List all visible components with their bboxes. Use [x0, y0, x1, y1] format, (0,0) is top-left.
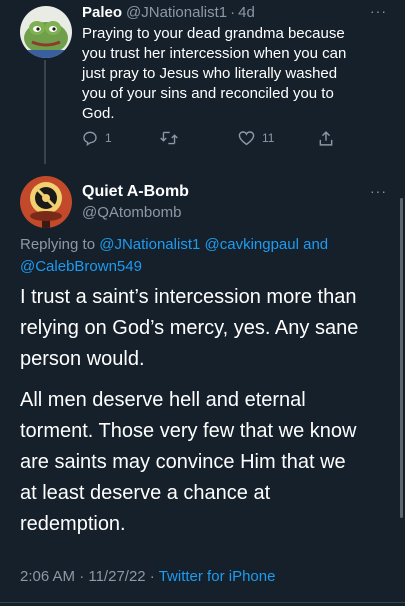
separator-dot: · — [230, 4, 236, 21]
retweet-button[interactable] — [160, 130, 185, 146]
main-avatar[interactable] — [20, 176, 72, 228]
text-line: at least deserve a chance at — [20, 482, 271, 504]
mention-link[interactable]: @JNationalist1 — [99, 236, 200, 253]
text-line: just pray to Jesus who literally washed — [82, 65, 338, 82]
text-line: torment. Those very few that we know — [20, 420, 357, 442]
reply-icon — [83, 131, 97, 146]
main-display-name[interactable]: Quiet A-Bomb — [82, 183, 189, 201]
text-line: you trust her intercession when you can — [82, 45, 347, 62]
heart-icon — [238, 131, 255, 146]
like-button[interactable]: 11 — [238, 130, 274, 146]
text-line: person would. — [20, 348, 145, 370]
text-line: redemption. — [20, 513, 126, 535]
text-line: you of your sins and reconciled you to — [82, 85, 334, 102]
parent-tweet[interactable]: Paleo @JNationalist1 · 4d ··· Praying to… — [0, 0, 405, 164]
tweet-timestamp[interactable]: 2:06 AM · 11/27/22 · — [20, 568, 155, 585]
text-line: relying on God’s mercy, yes. Any sane — [20, 317, 359, 339]
main-tweet-paragraph-2: All men deserve hell and eternal torment… — [20, 385, 390, 540]
share-icon — [319, 131, 333, 146]
divider — [0, 602, 405, 603]
parent-tweet-text: Praying to your dead grandma because you… — [82, 24, 392, 124]
text-line: God. — [82, 105, 115, 122]
parent-name-row: Paleo @JNationalist1 · 4d — [82, 4, 255, 21]
frog-avatar-icon — [20, 6, 72, 58]
share-button[interactable] — [318, 130, 334, 147]
main-name-row: Quiet A-Bomb — [82, 183, 189, 201]
tweet-source[interactable]: Twitter for iPhone — [159, 568, 276, 585]
thread-line — [44, 60, 46, 164]
parent-time[interactable]: 4d — [238, 4, 255, 21]
tweet-meta: 2:06 AM · 11/27/22 · Twitter for iPhone — [20, 568, 275, 585]
text-line: I trust a saint’s intercession more than — [20, 286, 357, 308]
parent-display-name[interactable]: Paleo — [82, 4, 122, 21]
parent-handle[interactable]: @JNationalist1 — [126, 4, 227, 21]
replying-to: Replying to @JNationalist1 @cavkingpaul … — [20, 234, 390, 278]
text-line: are saints may convince Him that we — [20, 451, 346, 473]
mention-link[interactable]: @CalebBrown549 — [20, 258, 142, 275]
text-line: All men deserve hell and eternal — [20, 389, 306, 411]
reply-count: 1 — [105, 131, 112, 145]
main-handle[interactable]: @QAtombomb — [82, 204, 181, 221]
scrollbar[interactable] — [400, 198, 403, 518]
atom-bomb-avatar-icon — [20, 176, 72, 228]
like-count: 11 — [262, 131, 275, 145]
parent-action-bar: 1 11 — [82, 130, 342, 152]
more-options-icon[interactable]: ··· — [370, 183, 387, 199]
replying-prefix: Replying to — [20, 236, 96, 253]
main-tweet-paragraph-1: I trust a saint’s intercession more than… — [20, 282, 390, 375]
reply-button[interactable]: 1 — [82, 130, 112, 146]
retweet-icon — [160, 131, 178, 145]
main-handle-row: @QAtombomb — [82, 204, 181, 221]
mention-link[interactable]: @cavkingpaul and — [205, 236, 329, 253]
parent-avatar[interactable] — [20, 6, 72, 58]
text-line: Praying to your dead grandma because — [82, 25, 345, 42]
more-options-icon[interactable]: ··· — [370, 3, 387, 19]
